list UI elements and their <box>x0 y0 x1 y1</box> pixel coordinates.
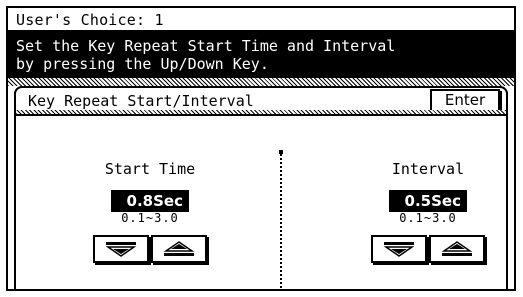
start-time-label: Start Time <box>104 160 196 178</box>
down-triangle-icon <box>105 242 137 257</box>
start-time-up-button[interactable] <box>151 235 207 263</box>
interval-down-button[interactable] <box>371 235 427 263</box>
enter-button[interactable]: Enter <box>430 89 500 112</box>
interval-range: 0.1~3.0 <box>399 211 457 225</box>
column-divider <box>280 150 282 288</box>
dialog-frame: User's Choice: 1 Set the Key Repeat Star… <box>6 6 516 291</box>
start-time-setting: Start Time 0.8Sec 0.1~3.0 <box>60 160 240 267</box>
start-time-range: 0.1~3.0 <box>121 211 179 225</box>
instruction-line-1: Set the Key Repeat Start Time and Interv… <box>16 37 396 55</box>
hatch-separator <box>8 78 514 86</box>
page-title: User's Choice: 1 <box>16 11 164 29</box>
start-time-value: 0.8Sec <box>111 190 189 212</box>
instruction-line-2: by pressing the Up/Down Key. <box>16 55 269 73</box>
start-time-down-button[interactable] <box>93 235 149 263</box>
up-triangle-icon <box>163 241 195 256</box>
panel-title: Key Repeat Start/Interval <box>28 92 254 110</box>
down-triangle-icon <box>383 242 415 257</box>
title-bar: User's Choice: 1 <box>8 8 514 32</box>
interval-up-button[interactable] <box>429 235 485 263</box>
start-time-stepper <box>93 235 207 263</box>
up-triangle-icon <box>441 241 473 256</box>
panel-header-hatch <box>16 110 506 114</box>
instruction-message: Set the Key Repeat Start Time and Interv… <box>8 32 514 78</box>
panel-header: Key Repeat Start/Interval Enter <box>14 86 508 116</box>
interval-stepper <box>371 235 485 263</box>
interval-value: 0.5Sec <box>389 190 467 212</box>
settings-panel: Key Repeat Start/Interval Enter Start Ti… <box>14 86 508 289</box>
interval-label: Interval <box>391 160 465 178</box>
interval-setting: Interval 0.5Sec 0.1~3.0 <box>338 160 518 267</box>
